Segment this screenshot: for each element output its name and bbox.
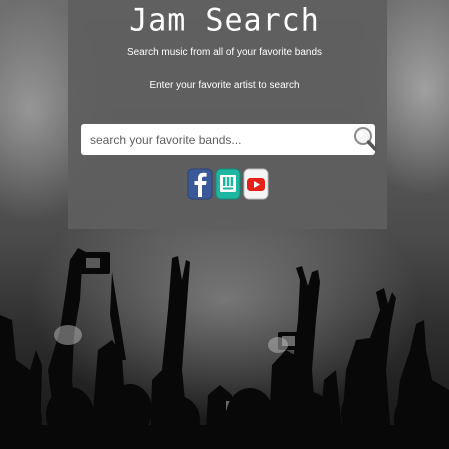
search-icon[interactable] <box>353 124 377 154</box>
search-bar <box>81 124 375 155</box>
bandsintown-icon[interactable] <box>215 168 241 200</box>
search-input[interactable] <box>81 124 349 155</box>
crowd-silhouette <box>0 248 449 449</box>
facebook-icon[interactable] <box>187 168 213 200</box>
page-subtitle: Search music from all of your favorite b… <box>126 47 323 58</box>
search-prompt: Enter your favorite artist to search <box>149 80 300 91</box>
page-title: Jam Search <box>129 2 320 39</box>
youtube-icon[interactable] <box>243 168 269 200</box>
